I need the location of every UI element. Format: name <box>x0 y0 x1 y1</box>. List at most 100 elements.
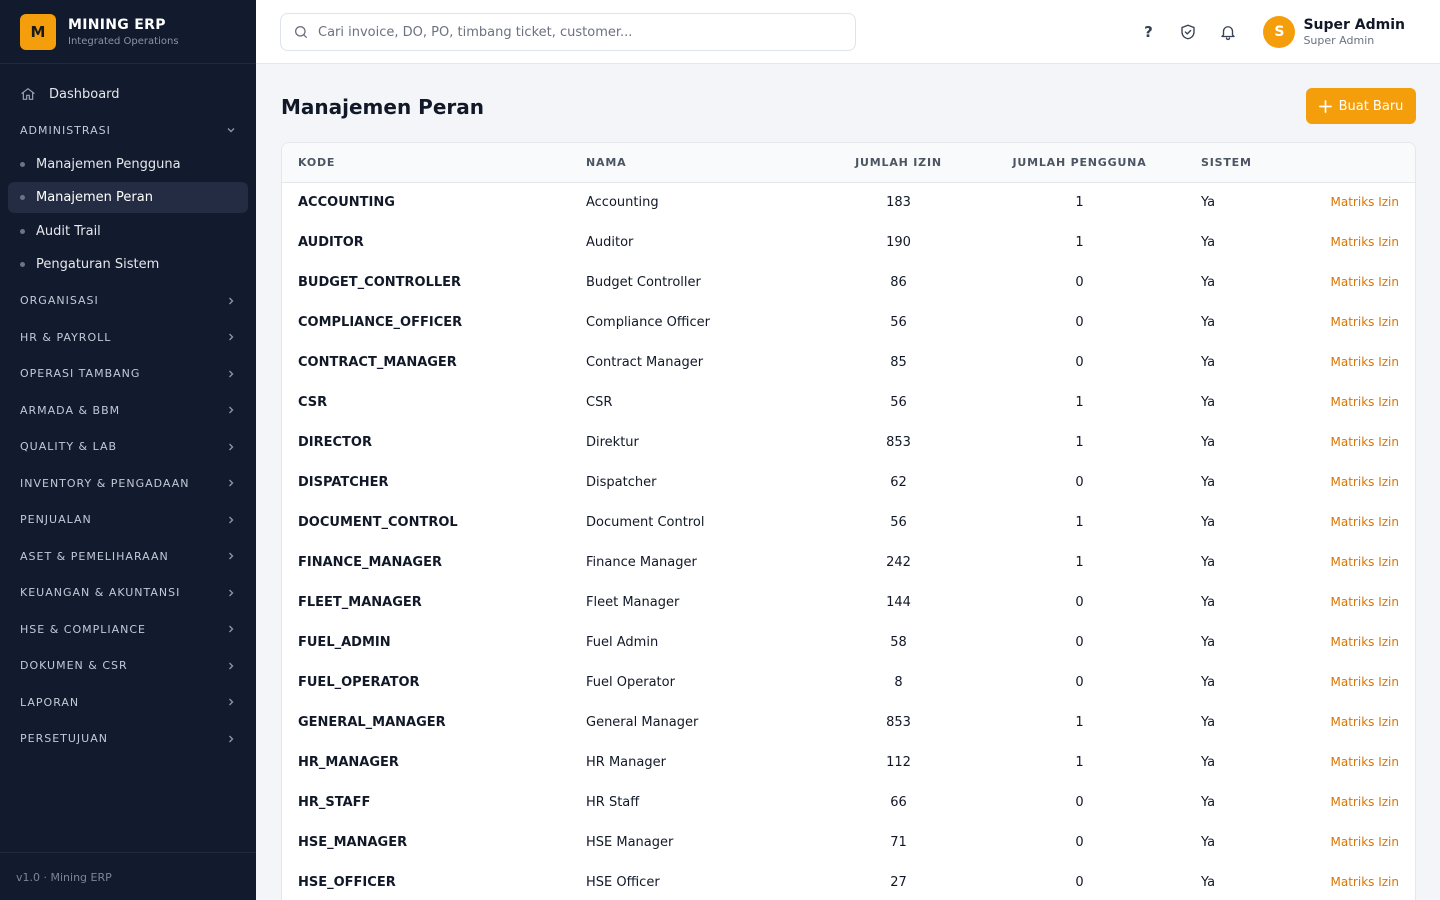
system-flag: Ya <box>1201 394 1216 410</box>
permission-matrix-link[interactable]: Matriks Izin <box>1331 435 1399 449</box>
sidebar-group-inventory-pengadaan[interactable]: INVENTORY & PENGADAAN <box>0 465 256 502</box>
permission-count: 86 <box>890 274 907 290</box>
sidebar-group-organisasi[interactable]: ORGANISASI <box>0 283 256 320</box>
home-icon <box>21 88 35 100</box>
sidebar-item-manajemen-pengguna[interactable]: Manajemen Pengguna <box>8 149 248 180</box>
user-count: 0 <box>1075 594 1084 610</box>
role-code: HSE_OFFICER <box>298 874 396 890</box>
system-flag: Ya <box>1201 434 1216 450</box>
sidebar: M MINING ERP Integrated Operations Dashb… <box>0 0 256 900</box>
permission-count: 853 <box>886 434 911 450</box>
user-count: 0 <box>1075 674 1084 690</box>
search-box[interactable] <box>280 13 856 51</box>
role-code: FUEL_OPERATOR <box>298 674 420 690</box>
sidebar-group-persetujuan[interactable]: PERSETUJUAN <box>0 721 256 758</box>
role-name: HR Staff <box>586 794 640 810</box>
column-header-actions <box>1259 143 1415 182</box>
user-menu[interactable]: Super Admin Super Admin <box>1303 17 1405 47</box>
security-button[interactable] <box>1175 19 1201 45</box>
column-header-permissions[interactable]: JUMLAH IZIN <box>802 143 995 182</box>
sidebar-item-pengaturan-sistem[interactable]: Pengaturan Sistem <box>8 249 248 280</box>
table-row: HSE_OFFICER HSE Officer 27 0 Ya Matriks Izin <box>282 862 1415 900</box>
permission-count: 58 <box>890 634 907 650</box>
column-header-users[interactable]: JUMLAH PENGGUNA <box>995 143 1164 182</box>
sidebar-item-audit-trail[interactable]: Audit Trail <box>8 216 248 247</box>
sidebar-group-dokumen-csr[interactable]: DOKUMEN & CSR <box>0 648 256 685</box>
permission-matrix-link[interactable]: Matriks Izin <box>1331 795 1399 809</box>
actions-cell: Matriks Izin <box>1259 462 1415 502</box>
permission-matrix-link[interactable]: Matriks Izin <box>1331 235 1399 249</box>
actions-cell: Matriks Izin <box>1259 382 1415 422</box>
brand: M MINING ERP Integrated Operations <box>0 0 256 64</box>
user-count: 0 <box>1075 474 1084 490</box>
permission-count: 62 <box>890 474 907 490</box>
system-flag: Ya <box>1201 314 1216 330</box>
notifications-button[interactable] <box>1215 19 1241 45</box>
permission-matrix-link[interactable]: Matriks Izin <box>1331 675 1399 689</box>
sidebar-group-administrasi[interactable]: ADMINISTRASI <box>0 112 256 149</box>
sidebar-group-keuangan-akuntansi[interactable]: KEUANGAN & AKUNTANSI <box>0 575 256 612</box>
permission-matrix-link[interactable]: Matriks Izin <box>1331 315 1399 329</box>
table-row: FLEET_MANAGER Fleet Manager 144 0 Ya Matriks … <box>282 582 1415 622</box>
sidebar-group-penjualan[interactable]: PENJUALAN <box>0 502 256 539</box>
role-code: CSR <box>298 394 328 410</box>
help-button[interactable]: ? <box>1135 19 1161 45</box>
permission-matrix-link[interactable]: Matriks Izin <box>1331 595 1399 609</box>
table-row: HR_STAFF HR Staff 66 0 Ya Matriks Izin <box>282 782 1415 822</box>
column-header-code[interactable]: KODE <box>282 143 586 182</box>
permission-matrix-link[interactable]: Matriks Izin <box>1331 875 1399 889</box>
search-input[interactable] <box>318 24 838 40</box>
permission-matrix-link[interactable]: Matriks Izin <box>1331 715 1399 729</box>
sidebar-group-aset-pemeliharaan[interactable]: ASET & PEMELIHARAAN <box>0 538 256 575</box>
sidebar-group-laporan[interactable]: LAPORAN <box>0 684 256 721</box>
system-flag: Ya <box>1201 554 1216 570</box>
create-new-button[interactable]: Buat Baru <box>1306 88 1416 124</box>
sidebar-group-label: KEUANGAN & AKUNTANSI <box>20 586 181 600</box>
role-name: Finance Manager <box>586 554 697 570</box>
permission-count: 853 <box>886 714 911 730</box>
role-name: CSR <box>586 394 613 410</box>
bullet-icon <box>20 262 25 267</box>
table-row: FUEL_ADMIN Fuel Admin 58 0 Ya Matriks Izin <box>282 622 1415 662</box>
permission-matrix-link[interactable]: Matriks Izin <box>1331 275 1399 289</box>
sidebar-footer: v1.0 · Mining ERP <box>0 852 256 900</box>
table-row: FINANCE_MANAGER Finance Manager 242 1 Ya Matr… <box>282 542 1415 582</box>
sidebar-group-operasi-tambang[interactable]: OPERASI TAMBANG <box>0 356 256 393</box>
table-row: HSE_MANAGER HSE Manager 71 0 Ya Matriks Izin <box>282 822 1415 862</box>
column-header-name[interactable]: NAMA <box>586 143 802 182</box>
sidebar-item-label: Audit Trail <box>36 223 101 239</box>
user-avatar[interactable]: S <box>1263 16 1296 48</box>
sidebar-item-dashboard[interactable]: Dashboard <box>8 78 248 110</box>
role-code: AUDITOR <box>298 234 364 250</box>
sidebar-group-hr-payroll[interactable]: HR & PAYROLL <box>0 319 256 356</box>
permission-matrix-link[interactable]: Matriks Izin <box>1331 835 1399 849</box>
sidebar-group-label: QUALITY & LAB <box>20 440 118 454</box>
table-row: HR_MANAGER HR Manager 112 1 Ya Matriks Izin <box>282 742 1415 782</box>
permission-matrix-link[interactable]: Matriks Izin <box>1331 755 1399 769</box>
chevron-right-icon <box>229 698 234 706</box>
bullet-icon <box>20 228 25 234</box>
permission-matrix-link[interactable]: Matriks Izin <box>1331 515 1399 529</box>
role-name: Contract Manager <box>586 354 704 370</box>
topbar: ? S Super Admin Super Admin <box>256 0 1440 64</box>
sidebar-group-label: PENJUALAN <box>20 513 92 527</box>
actions-cell: Matriks Izin <box>1259 582 1415 622</box>
sidebar-group-armada-bbm[interactable]: ARMADA & BBM <box>0 392 256 429</box>
sidebar-nav: Dashboard ADMINISTRASI Manajemen Penggun… <box>0 64 256 757</box>
permission-matrix-link[interactable]: Matriks Izin <box>1331 395 1399 409</box>
column-header-system[interactable]: SISTEM <box>1164 143 1259 182</box>
sidebar-group-quality-lab[interactable]: QUALITY & LAB <box>0 429 256 466</box>
permission-matrix-link[interactable]: Matriks Izin <box>1331 555 1399 569</box>
permission-matrix-link[interactable]: Matriks Izin <box>1331 195 1399 209</box>
chevron-right-icon <box>229 552 234 560</box>
sidebar-group-hse-compliance[interactable]: HSE & COMPLIANCE <box>0 611 256 648</box>
user-count: 0 <box>1075 314 1084 330</box>
table-header-row: KODE NAMA JUMLAH IZIN JUMLAH PENGGUNA SI… <box>282 143 1415 182</box>
permission-count: 190 <box>886 234 911 250</box>
sidebar-item-manajemen-peran[interactable]: Manajemen Peran <box>8 182 248 213</box>
permission-matrix-link[interactable]: Matriks Izin <box>1331 635 1399 649</box>
actions-cell: Matriks Izin <box>1259 702 1415 742</box>
permission-matrix-link[interactable]: Matriks Izin <box>1331 475 1399 489</box>
chevron-right-icon <box>229 479 234 487</box>
permission-matrix-link[interactable]: Matriks Izin <box>1331 355 1399 369</box>
